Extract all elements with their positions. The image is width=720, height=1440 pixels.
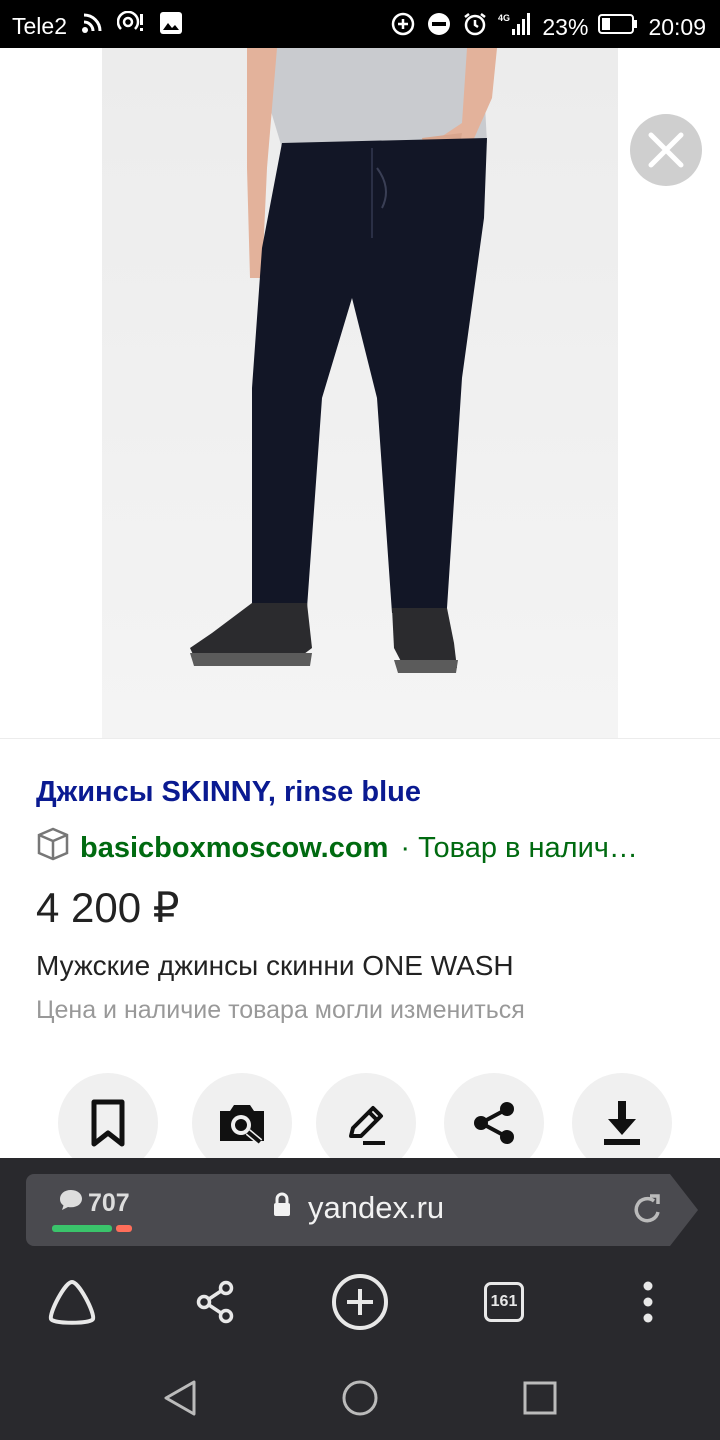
rating-bar-positive xyxy=(52,1225,112,1232)
url-text: yandex.ru xyxy=(308,1190,445,1225)
tabs-button[interactable]: 161 xyxy=(474,1272,534,1332)
product-image-area xyxy=(0,48,720,738)
image-icon xyxy=(159,11,183,41)
dnd-icon xyxy=(426,11,452,43)
download-icon xyxy=(604,1101,640,1145)
price-disclaimer: Цена и наличие товара могли измениться xyxy=(36,996,525,1024)
nav-recents-button[interactable] xyxy=(512,1370,568,1426)
clock: 20:09 xyxy=(648,13,706,40)
product-title-link[interactable]: Джинсы SKINNY, rinse blue xyxy=(36,776,421,809)
omnibox-arrow xyxy=(670,1174,698,1246)
tabs-count: 161 xyxy=(484,1282,524,1322)
lock-icon xyxy=(272,1190,292,1226)
box-icon xyxy=(36,826,70,870)
home-circle-icon xyxy=(342,1380,378,1416)
product-description: Мужские джинсы скинни ONE WASH xyxy=(36,950,514,981)
signal-icon: 4G xyxy=(498,11,532,43)
more-vert-icon xyxy=(643,1281,653,1323)
comment-icon xyxy=(58,1188,84,1219)
alarm-icon xyxy=(462,11,488,43)
product-source-row[interactable]: basicboxmoscow.com · Товар в налич… xyxy=(36,826,638,870)
status-bar: Tele2 4G 23% 20:09 xyxy=(0,0,720,48)
svg-text:4G: 4G xyxy=(498,13,510,23)
comments-counter[interactable]: 707 xyxy=(58,1188,130,1219)
share-icon xyxy=(196,1280,234,1324)
camera-search-icon xyxy=(220,1105,264,1145)
reload-button[interactable] xyxy=(632,1192,664,1231)
close-icon xyxy=(648,132,684,168)
comments-count: 707 xyxy=(88,1189,130,1217)
recents-square-icon xyxy=(523,1381,557,1415)
nav-home-button[interactable] xyxy=(332,1370,388,1426)
divider xyxy=(0,738,720,739)
edit-icon xyxy=(349,1106,385,1145)
wifi-icon xyxy=(81,12,103,40)
source-domain[interactable]: basicboxmoscow.com xyxy=(80,832,388,865)
share-page-button[interactable] xyxy=(185,1272,245,1332)
battery-percent: 23% xyxy=(542,13,589,40)
new-tab-button[interactable] xyxy=(330,1272,390,1332)
availability-label: · Товар в налич… xyxy=(400,831,638,864)
share-icon xyxy=(474,1102,514,1144)
alice-icon xyxy=(48,1280,96,1325)
product-photo[interactable] xyxy=(102,48,618,738)
data-saver-icon xyxy=(390,11,416,43)
plus-circle-icon xyxy=(332,1274,388,1330)
reload-icon xyxy=(634,1194,660,1223)
alice-button[interactable] xyxy=(42,1272,102,1332)
nav-back-button[interactable] xyxy=(152,1370,208,1426)
battery-icon xyxy=(598,13,638,41)
rating-bar-negative xyxy=(116,1225,132,1232)
bookmark-icon xyxy=(91,1099,125,1147)
hotspot-icon xyxy=(116,10,145,41)
menu-button[interactable] xyxy=(618,1272,678,1332)
product-price: 4 200 ₽ xyxy=(36,884,180,931)
address-field[interactable]: yandex.ru xyxy=(272,1190,444,1226)
carrier-label: Tele2 xyxy=(12,12,67,39)
back-triangle-icon xyxy=(164,1380,196,1416)
close-button[interactable] xyxy=(630,114,702,186)
